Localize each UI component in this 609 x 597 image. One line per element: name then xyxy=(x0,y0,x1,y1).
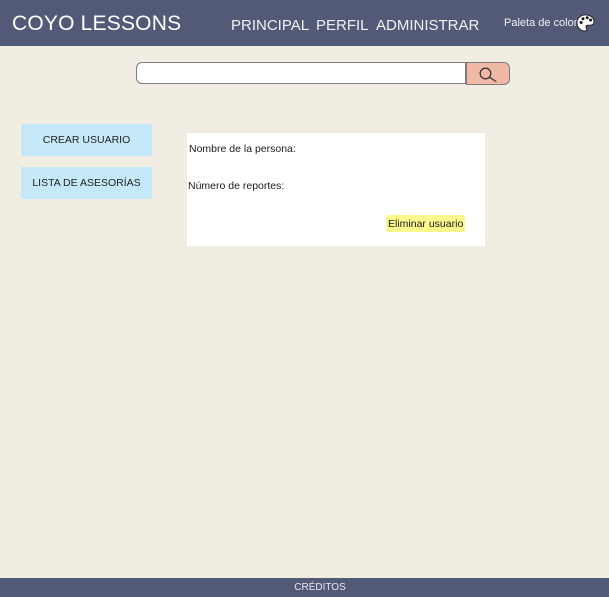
palette-label[interactable]: Paleta de color xyxy=(504,17,577,29)
nav-link-administrar[interactable]: ADMINISTRAR xyxy=(376,17,479,34)
palette-icon[interactable] xyxy=(576,14,595,32)
nav-link-principal[interactable]: PRINCIPAL xyxy=(231,17,309,34)
reports-count-label: Número de reportes: xyxy=(188,180,285,192)
search-button[interactable] xyxy=(466,62,510,85)
consultancies-list-button[interactable]: LISTA DE ASESORÍAS xyxy=(21,167,152,199)
user-card: Nombre de la persona: Número de reportes… xyxy=(187,133,485,246)
create-user-button[interactable]: CREAR USUARIO xyxy=(21,124,152,156)
search-input[interactable] xyxy=(136,62,466,84)
delete-user-button[interactable]: Eliminar usuario xyxy=(386,215,466,232)
person-name-label: Nombre de la persona: xyxy=(189,143,296,155)
magnifier-icon xyxy=(479,67,497,83)
nav-link-perfil[interactable]: PERFIL xyxy=(316,17,369,34)
credits-link[interactable]: CRÉDITOS xyxy=(0,582,609,593)
footer-bar: CRÉDITOS xyxy=(0,578,609,597)
top-navbar: COYO LESSONS PRINCIPAL PERFIL ADMINISTRA… xyxy=(0,0,609,46)
app-brand[interactable]: COYO LESSONS xyxy=(12,12,181,36)
